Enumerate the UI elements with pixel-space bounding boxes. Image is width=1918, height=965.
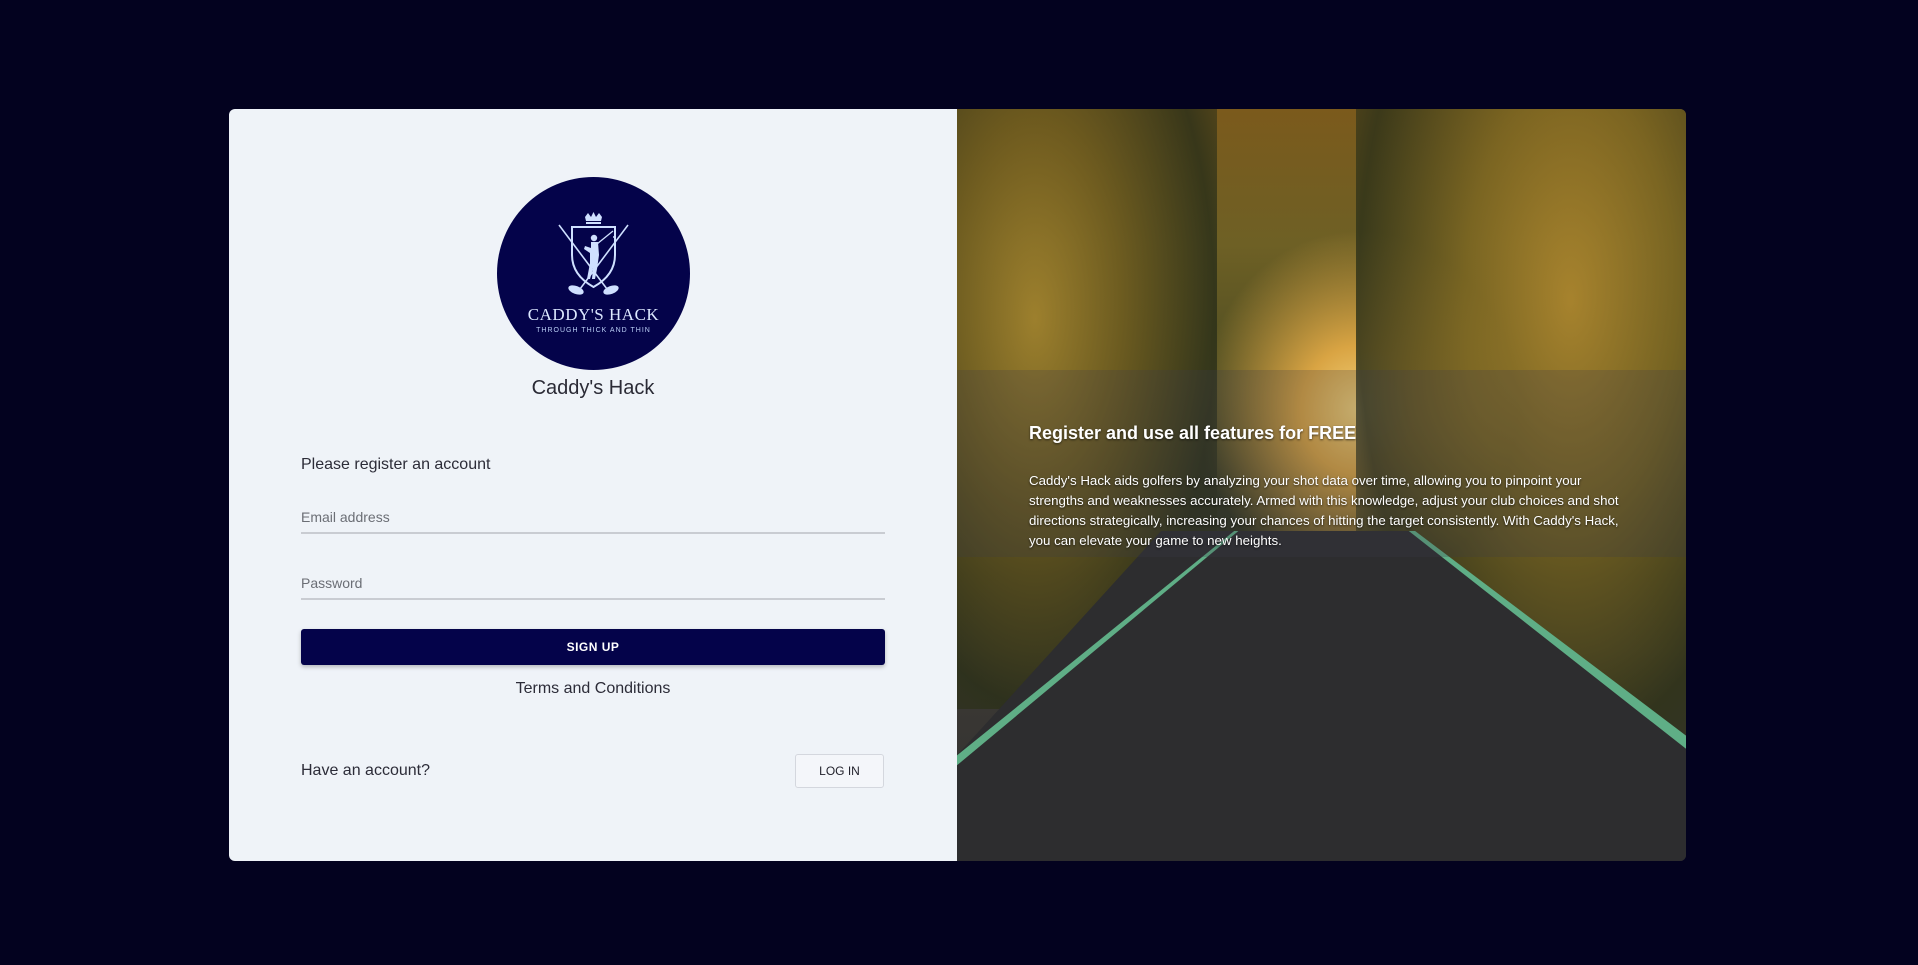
- register-prompt: Please register an account: [301, 456, 491, 473]
- logo-wordmark: CADDY'S HACK: [527, 305, 660, 324]
- promo-title: Register and use all features for FREE: [1029, 423, 1357, 443]
- register-panel: CADDY'S HACK THROUGH THICK AND THIN Cadd…: [229, 109, 957, 861]
- promo-description: Caddy's Hack aids golfers by analyzing y…: [1029, 473, 1619, 548]
- brand-logo: CADDY'S HACK THROUGH THICK AND THIN: [497, 177, 690, 370]
- logo-tagline: THROUGH THICK AND THIN: [536, 327, 651, 334]
- password-field[interactable]: [301, 568, 885, 600]
- have-account-label: Have an account?: [301, 762, 430, 779]
- golfer-crest-icon: [558, 212, 629, 295]
- log-in-button[interactable]: LOG IN: [795, 754, 884, 788]
- terms-link[interactable]: Terms and Conditions: [229, 680, 957, 698]
- auth-card: CADDY'S HACK THROUGH THICK AND THIN Cadd…: [229, 109, 1686, 861]
- promo-panel: Register and use all features for FREE C…: [957, 109, 1686, 861]
- app-title: Caddy's Hack: [531, 377, 655, 399]
- sign-up-button[interactable]: SIGN UP: [301, 629, 885, 665]
- email-field[interactable]: [301, 502, 885, 534]
